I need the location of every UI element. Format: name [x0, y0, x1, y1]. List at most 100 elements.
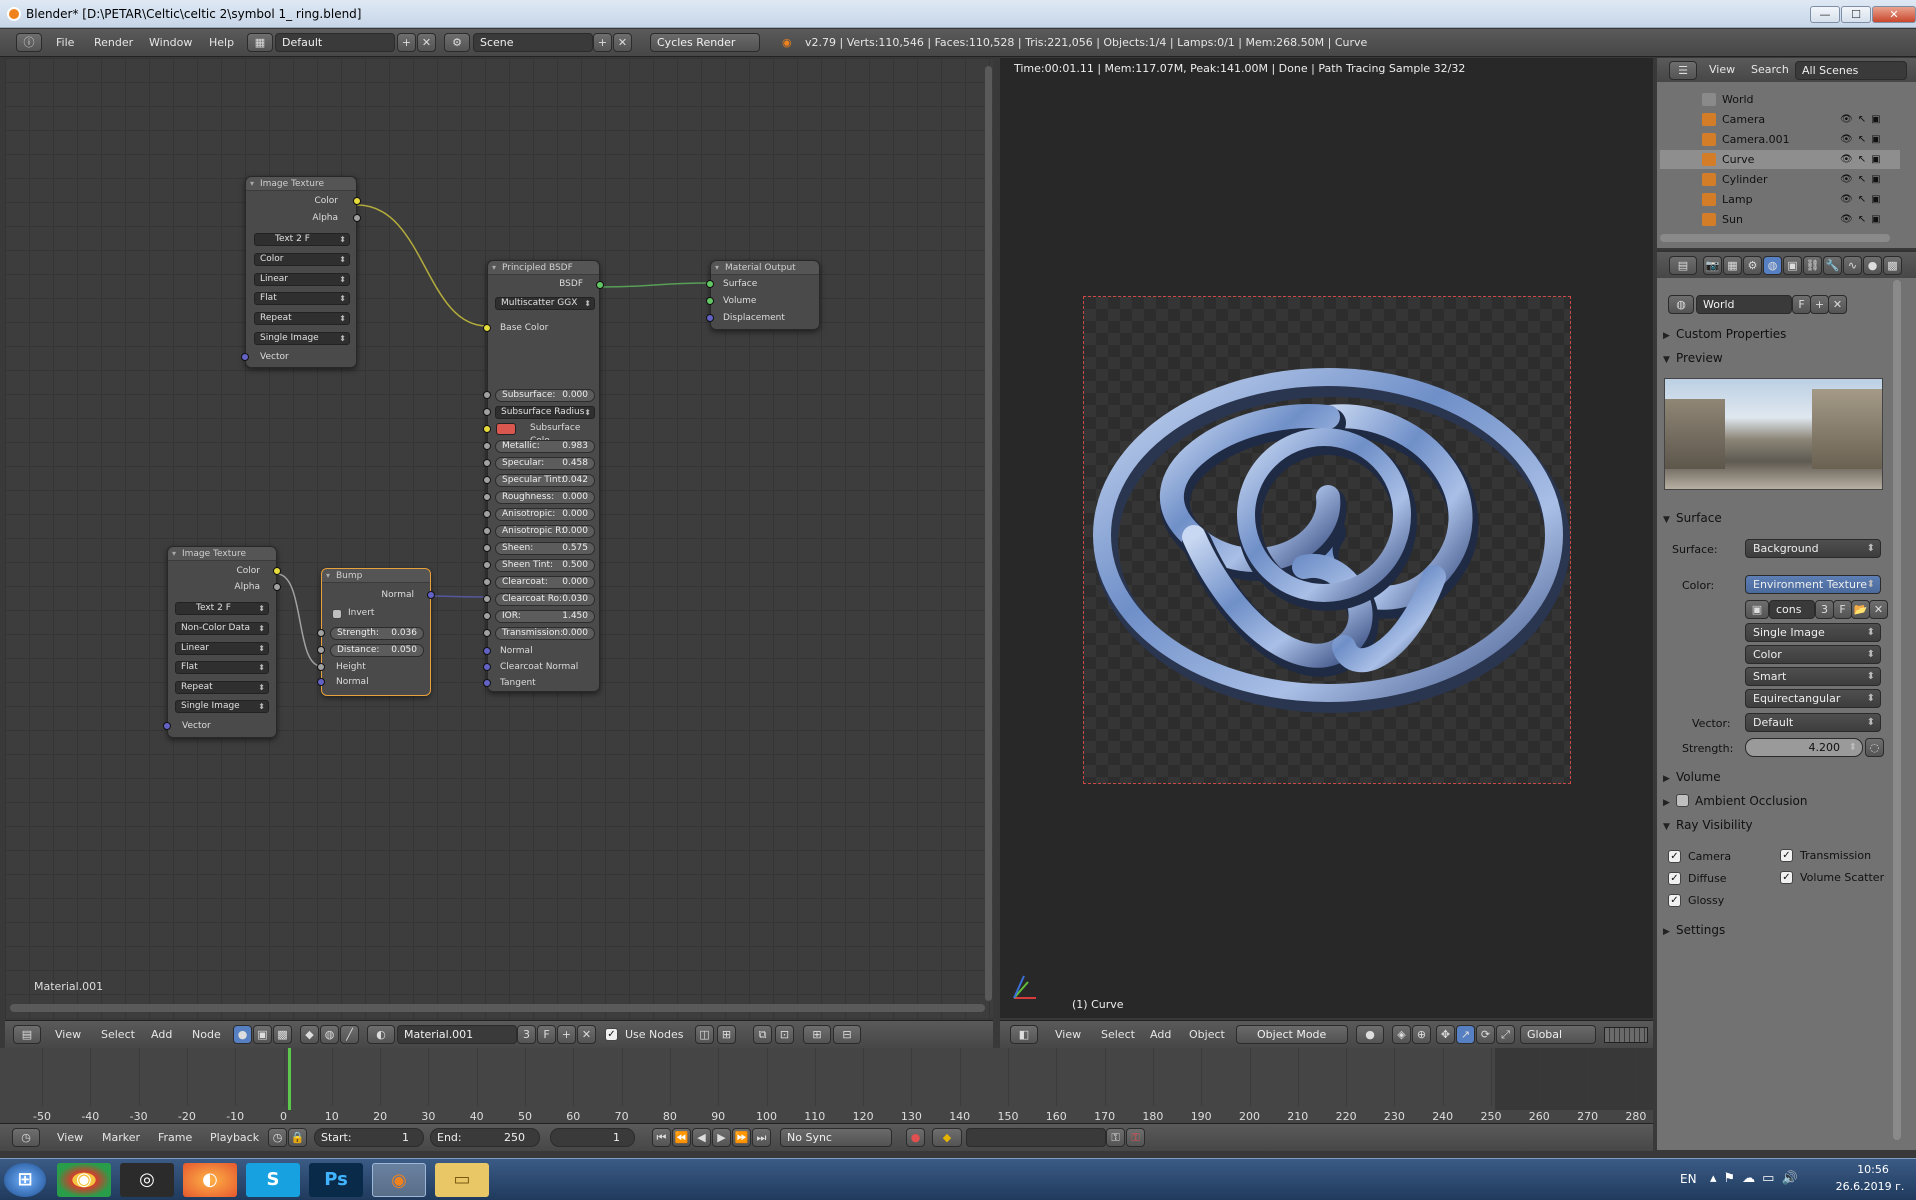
vector-select[interactable]: Default	[1745, 713, 1881, 732]
ambient-occlusion-checkbox[interactable]	[1676, 794, 1689, 807]
screen-layout-icon[interactable]: ▦	[247, 33, 273, 52]
world-shader-icon[interactable]: ◍	[320, 1025, 339, 1044]
ray-camera-checkbox[interactable]: ✓	[1668, 850, 1681, 863]
surface-shader-select[interactable]: Background	[1745, 539, 1881, 558]
menu-view[interactable]: View	[1055, 1026, 1081, 1044]
modifiers-tab-icon[interactable]: 🔧	[1823, 256, 1842, 275]
photoshop-icon[interactable]: Ps	[309, 1163, 363, 1197]
constraints-tab-icon[interactable]: ⛓	[1803, 256, 1822, 275]
bsdf-input-socket[interactable]	[483, 595, 491, 603]
image-browse-icon[interactable]: ▣	[1745, 600, 1769, 619]
outliner-item-camera001[interactable]: Camera.001 👁↖▣	[1660, 130, 1900, 149]
ambient-occlusion-panel[interactable]: ▶ Ambient Occlusion	[1663, 791, 1893, 811]
world-browse-icon[interactable]: ◍	[1668, 295, 1694, 314]
subsurface-radius-select[interactable]: Subsurface Radius	[495, 406, 595, 419]
visibility-toggles[interactable]: 👁↖▣	[1840, 210, 1902, 229]
translate-manipulator-icon[interactable]: ↗	[1456, 1025, 1475, 1044]
transform-orientation-select[interactable]: Global	[1520, 1025, 1596, 1044]
object-tab-icon[interactable]: ▣	[1783, 256, 1802, 275]
bsdf-input-socket[interactable]	[483, 527, 491, 535]
menu-view[interactable]: View	[57, 1129, 83, 1147]
horizontal-scrollbar[interactable]	[10, 1004, 985, 1012]
surface-socket[interactable]	[706, 280, 714, 288]
strength-link-icon[interactable]: ◌	[1865, 738, 1884, 757]
image-source-select[interactable]: Single Image	[1745, 623, 1881, 642]
ray-glossy-checkbox[interactable]: ✓	[1668, 894, 1681, 907]
end-frame-field[interactable]: End: 250	[430, 1128, 540, 1147]
image-texture-node-2[interactable]: Image Texture Color Alpha Text 2 F Non-C…	[163, 546, 281, 738]
base-color-socket[interactable]	[483, 324, 491, 332]
menu-marker[interactable]: Marker	[102, 1129, 140, 1147]
distribution-select[interactable]: Multiscatter GGX	[495, 297, 595, 310]
play-icon[interactable]: ▶	[712, 1128, 731, 1147]
displacement-socket[interactable]	[706, 314, 714, 322]
bsdf-field-clearcoat[interactable]: Clearcoat: 0.000	[495, 576, 595, 589]
use-nodes-checkbox[interactable]: ✓	[605, 1028, 618, 1041]
tangent-socket[interactable]	[483, 679, 491, 687]
properties-scrollbar[interactable]	[1893, 280, 1901, 1140]
bsdf-field-subsurface[interactable]: Subsurface: 0.000	[495, 389, 595, 402]
vector-input-socket[interactable]	[241, 353, 249, 361]
menu-playback[interactable]: Playback	[210, 1129, 259, 1147]
add-material-icon[interactable]: +	[557, 1025, 576, 1044]
visibility-toggles[interactable]: 👁↖▣	[1840, 130, 1902, 149]
minimize-button[interactable]: —	[1810, 6, 1840, 23]
visibility-toggles[interactable]: 👁↖▣	[1840, 110, 1902, 129]
current-frame-field[interactable]: 1	[550, 1128, 635, 1147]
scene-icon[interactable]: ⚙	[444, 33, 470, 52]
bsdf-field-roughness[interactable]: Roughness: 0.000	[495, 491, 595, 504]
menu-view[interactable]: View	[55, 1026, 81, 1044]
settings-panel[interactable]: ▶ Settings	[1663, 920, 1893, 940]
shader-nodes-icon[interactable]: ●	[233, 1025, 252, 1044]
scene-tab-icon[interactable]: ⚙	[1743, 256, 1762, 275]
unlink-image-icon[interactable]: ✕	[1869, 600, 1888, 619]
menu-window[interactable]: Window	[149, 34, 192, 52]
outliner-item-camera[interactable]: Camera 👁↖▣	[1660, 110, 1900, 129]
visibility-toggles[interactable]: 👁↖▣	[1840, 190, 1902, 209]
layers-manipulator-icon[interactable]: ⊕	[1412, 1025, 1431, 1044]
bsdf-field-ior[interactable]: IOR: 1.450	[495, 610, 595, 623]
image-datablock[interactable]: Text 2 F	[175, 602, 269, 615]
vector-input-socket[interactable]	[163, 722, 171, 730]
bsdf-input-socket[interactable]	[483, 561, 491, 569]
maximize-button[interactable]: ☐	[1841, 6, 1871, 23]
source-select[interactable]: Single Image	[254, 332, 350, 345]
clock-date[interactable]: 26.6.2019 г.	[1825, 1180, 1915, 1193]
layers-grid[interactable]	[1604, 1027, 1648, 1043]
bump-node[interactable]: Bump Normal Invert Strength:0.036 Distan…	[317, 568, 435, 696]
bsdf-field-clearcoatro[interactable]: Clearcoat Ro: 0.030	[495, 593, 595, 606]
color-output-socket[interactable]	[273, 567, 281, 575]
volume-socket[interactable]	[706, 297, 714, 305]
editor-type-icon[interactable]: ▤	[1669, 256, 1697, 275]
add-layout-icon[interactable]: +	[397, 33, 416, 52]
texture-tab-icon[interactable]: ▩	[1883, 256, 1902, 275]
menu-node[interactable]: Node	[192, 1026, 221, 1044]
invert-checkbox[interactable]	[332, 609, 342, 619]
backdrop-icon[interactable]: ◫	[695, 1025, 714, 1044]
menu-frame[interactable]: Frame	[158, 1129, 192, 1147]
image-users[interactable]: 3	[1815, 600, 1834, 619]
viewport-shading-icon[interactable]: ●	[1356, 1025, 1384, 1044]
unlink-world-icon[interactable]: ✕	[1828, 295, 1847, 314]
height-input-socket[interactable]	[317, 663, 325, 671]
material-output-node[interactable]: Material Output Surface Volume Displacem…	[706, 260, 820, 330]
image-datablock[interactable]: Text 2 F	[254, 233, 350, 246]
ray-visibility-panel[interactable]: ▼ Ray Visibility	[1663, 815, 1893, 835]
unity-icon[interactable]: ◎	[120, 1163, 174, 1197]
editor-type-icon[interactable]: ◧	[1010, 1025, 1038, 1044]
open-image-icon[interactable]: 📂	[1851, 600, 1870, 619]
outliner-item-cylinder[interactable]: Cylinder 👁↖▣	[1660, 170, 1900, 189]
outliner-item-sun[interactable]: Sun 👁↖▣	[1660, 210, 1900, 229]
rotate-manipulator-icon[interactable]: ⟳	[1476, 1025, 1495, 1044]
material-tab-icon[interactable]: ●	[1863, 256, 1882, 275]
render-layers-tab-icon[interactable]: ▦	[1723, 256, 1742, 275]
menu-file[interactable]: File	[56, 34, 74, 52]
interpolation-select[interactable]: Linear	[254, 273, 350, 286]
editor-type-icon[interactable]: ◷	[12, 1128, 40, 1147]
surface-panel[interactable]: ▼ Surface	[1663, 508, 1893, 528]
insert-keyframe-icon[interactable]: ⚿	[1106, 1128, 1125, 1147]
outliner-item-curve[interactable]: Curve 👁↖▣	[1660, 150, 1900, 169]
alpha-output-socket[interactable]	[273, 583, 281, 591]
subsurface-color-socket[interactable]	[483, 425, 491, 433]
jump-start-icon[interactable]: ⏮	[652, 1128, 671, 1147]
